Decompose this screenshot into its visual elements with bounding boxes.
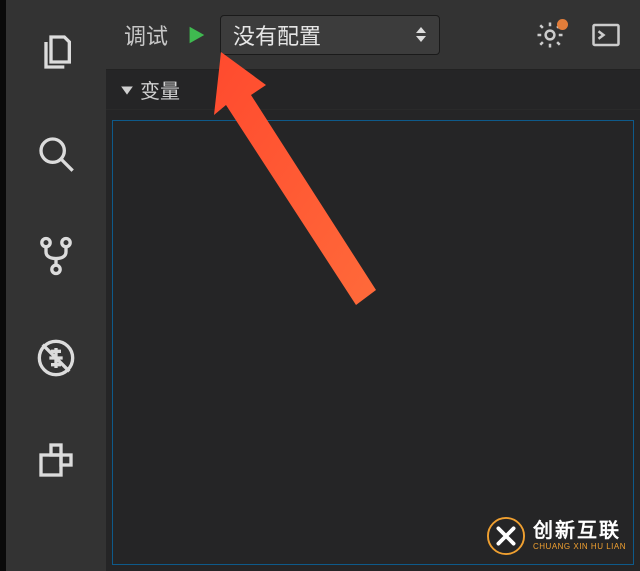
select-chevrons-icon: [415, 26, 427, 43]
debug-side-panel: 变量: [106, 70, 640, 571]
activity-extensions[interactable]: [32, 436, 80, 484]
activity-debug[interactable]: [32, 334, 80, 382]
watermark-text-en: CHUANG XIN HU LIAN: [533, 543, 626, 551]
variables-section-header[interactable]: 变量: [106, 70, 640, 110]
extensions-icon: [36, 440, 76, 480]
debug-console-button[interactable]: [586, 15, 626, 55]
search-icon: [36, 134, 76, 174]
debug-toolbar: 调试 没有配置: [106, 0, 640, 70]
no-bug-icon: [36, 338, 76, 378]
debug-config-select[interactable]: 没有配置: [220, 15, 440, 55]
config-selected-label: 没有配置: [233, 19, 321, 51]
chevron-down-icon: [120, 83, 134, 97]
terminal-icon: [591, 20, 621, 50]
variables-title: 变量: [140, 75, 180, 104]
activity-bar: [6, 0, 106, 571]
activity-files[interactable]: [32, 28, 80, 76]
watermark-logo-icon: [487, 517, 525, 555]
activity-source-control[interactable]: [32, 232, 80, 280]
debug-settings-button[interactable]: [530, 15, 570, 55]
watermark: 创新互联 CHUANG XIN HU LIAN: [487, 517, 626, 555]
debug-label: 调试: [124, 19, 168, 51]
start-debug-button[interactable]: [182, 21, 210, 49]
files-icon: [36, 32, 76, 72]
settings-badge: [557, 19, 568, 30]
source-control-icon: [36, 236, 76, 276]
variables-section-body[interactable]: [112, 120, 634, 565]
play-icon: [185, 24, 207, 46]
watermark-text-cn: 创新互联: [533, 521, 626, 541]
activity-search[interactable]: [32, 130, 80, 178]
